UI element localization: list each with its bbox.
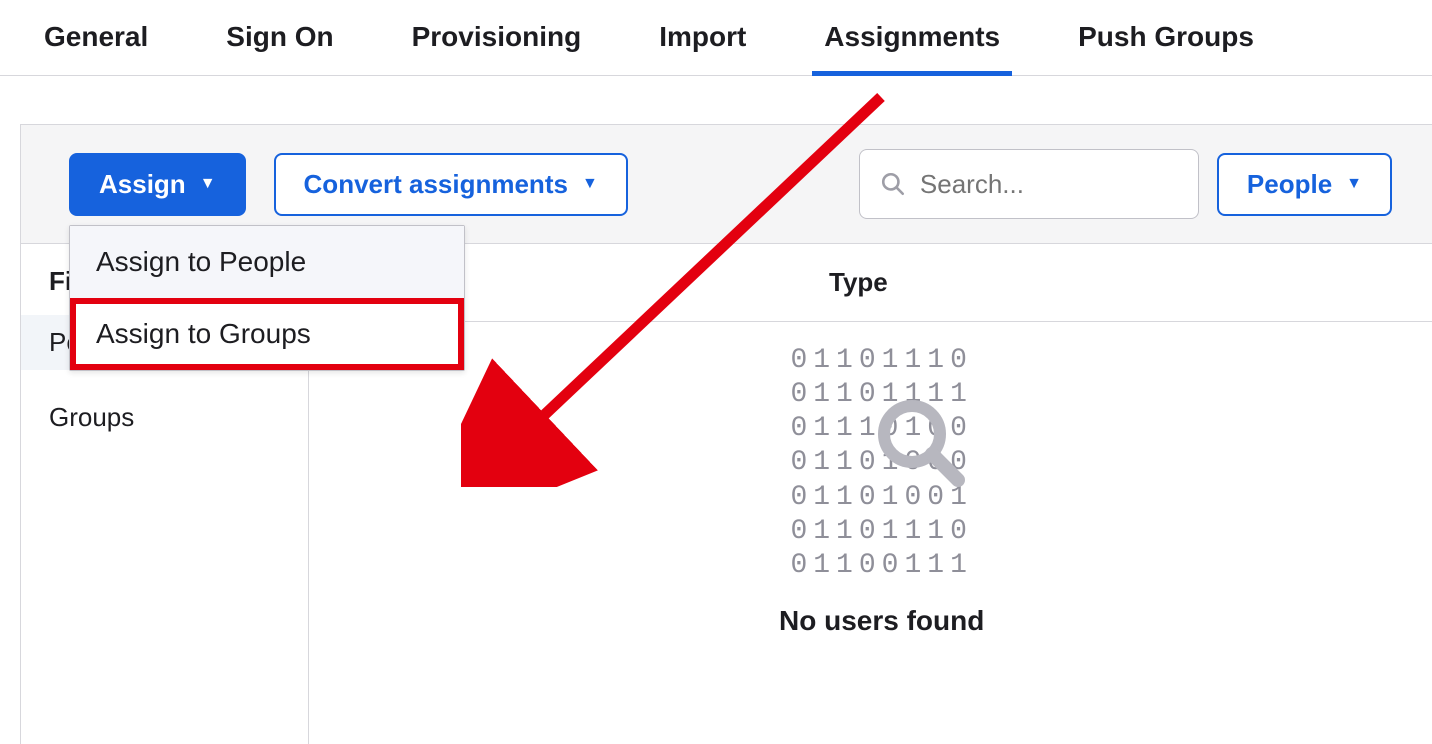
binary-line: 01101110: [790, 345, 972, 376]
column-type-header: Type: [829, 267, 888, 298]
magnifier-icon: [876, 398, 966, 488]
assignments-panel: Assign ▼ Convert assignments ▼ People ▼ …: [20, 124, 1432, 744]
assign-dropdown: Assign to People Assign to Groups: [69, 225, 465, 371]
tab-provisioning[interactable]: Provisioning: [408, 21, 586, 75]
people-filter-button[interactable]: People ▼: [1217, 153, 1392, 216]
assign-button[interactable]: Assign ▼: [69, 153, 246, 216]
tab-general[interactable]: General: [40, 21, 152, 75]
content-area: Type 01101110 01101111 01110100 01101000…: [309, 244, 1432, 744]
tab-assignments[interactable]: Assignments: [820, 21, 1004, 75]
search-field[interactable]: [859, 149, 1199, 219]
tab-sign-on[interactable]: Sign On: [222, 21, 337, 75]
tab-bar: General Sign On Provisioning Import Assi…: [0, 0, 1432, 76]
convert-assignments-label: Convert assignments: [304, 169, 568, 200]
people-filter-label: People: [1247, 169, 1332, 200]
convert-assignments-button[interactable]: Convert assignments ▼: [274, 153, 628, 216]
table-header: Type: [309, 244, 1432, 322]
search-icon: [880, 171, 906, 197]
binary-line: 01101110: [790, 516, 972, 547]
filter-groups[interactable]: Groups: [21, 390, 308, 445]
empty-state-message: No users found: [779, 605, 984, 637]
empty-state: 01101110 01101111 01110100 01101000 0110…: [779, 344, 984, 637]
tab-push-groups[interactable]: Push Groups: [1074, 21, 1258, 75]
chevron-down-icon: ▼: [1346, 176, 1362, 192]
assign-to-groups-item[interactable]: Assign to Groups: [70, 298, 464, 370]
tab-import[interactable]: Import: [655, 21, 750, 75]
binary-line: 01100111: [790, 550, 972, 581]
assign-to-people-item[interactable]: Assign to People: [70, 226, 464, 298]
search-input[interactable]: [920, 169, 1178, 200]
chevron-down-icon: ▼: [582, 176, 598, 192]
empty-state-graphic: 01101110 01101111 01110100 01101000 0110…: [790, 344, 972, 583]
chevron-down-icon: ▼: [200, 176, 216, 192]
assign-button-label: Assign: [99, 169, 186, 200]
